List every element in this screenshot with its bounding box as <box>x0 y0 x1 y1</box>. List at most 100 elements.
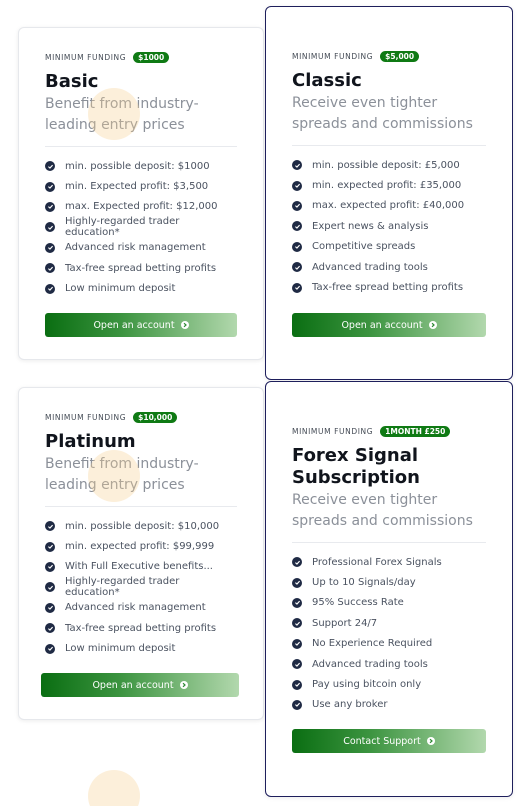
plan-subtitle: Benefit from industry- leading entry pri… <box>45 94 237 136</box>
plan-title-line: Subscription <box>292 467 420 488</box>
arrow-right-circle-icon <box>426 737 435 745</box>
check-circle-icon <box>45 541 55 552</box>
check-circle-icon <box>45 561 55 572</box>
plan-subtitle-line: Benefit from industry- <box>45 456 199 472</box>
check-circle-icon <box>45 201 55 212</box>
feature-text: Tax-free spread betting profits <box>65 622 217 634</box>
feature-item: Advanced risk management <box>45 598 237 618</box>
feature-item: With Full Executive benefits... <box>45 557 237 577</box>
cta-label: Contact Support <box>343 735 421 747</box>
feature-text: Up to 10 Signals/day <box>312 577 416 589</box>
feature-item: min. possible deposit: $10,000 <box>45 516 237 536</box>
feature-text: min. possible deposit: $10,000 <box>65 520 220 532</box>
open-account-button[interactable]: Open an account <box>41 673 239 697</box>
plan-subtitle-line: leading entry prices <box>45 117 185 133</box>
contact-support-button[interactable]: Contact Support <box>292 729 486 753</box>
feature-item: Tax-free spread betting profits <box>45 258 237 278</box>
feature-item: Expert news & analysis <box>292 216 486 236</box>
plan-subtitle-line: spreads and commissions <box>292 513 473 529</box>
feature-text: Advanced risk management <box>65 602 206 614</box>
feature-item: Up to 10 Signals/day <box>292 572 486 592</box>
watermark-logo <box>88 770 140 806</box>
plan-title: Basic <box>45 71 99 92</box>
feature-text: max. expected profit: £40,000 <box>312 200 465 212</box>
feature-item: min. possible deposit: £5,000 <box>292 155 486 175</box>
feature-item: Competitive spreads <box>292 237 486 257</box>
feature-text: Pay using bitcoin only <box>312 679 422 691</box>
funding-row: MINIMUM FUNDING $10,000 <box>45 410 237 424</box>
feature-text: min. expected profit: $99,999 <box>65 541 215 553</box>
feature-list: Professional Forex Signals Up to 10 Sign… <box>292 552 486 715</box>
feature-text: min. possible deposit: $1000 <box>65 160 210 172</box>
feature-item: Professional Forex Signals <box>292 552 486 572</box>
feature-item: Tax-free spread betting profits <box>292 277 486 297</box>
feature-item: Tax-free spread betting profits <box>45 618 237 638</box>
arrow-right-circle-icon <box>180 321 189 329</box>
feature-text: Low minimum deposit <box>65 283 176 295</box>
divider <box>45 506 237 507</box>
feature-item: Low minimum deposit <box>45 278 237 298</box>
arrow-right-circle-icon <box>428 321 437 329</box>
divider <box>45 146 237 147</box>
check-circle-icon <box>292 638 302 649</box>
cta-label: Open an account <box>93 319 175 331</box>
funding-label: MINIMUM FUNDING <box>45 412 127 422</box>
feature-text: min. possible deposit: £5,000 <box>312 159 460 171</box>
feature-text: Competitive spreads <box>312 241 416 253</box>
plan-subtitle: Receive even tighter spreads and commiss… <box>292 490 486 532</box>
feature-text: max. Expected profit: $12,000 <box>65 201 218 213</box>
feature-text: Professional Forex Signals <box>312 556 442 568</box>
feature-text: Tax-free spread betting profits <box>65 262 217 274</box>
check-circle-icon <box>292 557 302 568</box>
cta-label: Open an account <box>341 319 423 331</box>
feature-text: Expert news & analysis <box>312 220 429 232</box>
arrow-right-circle-icon <box>179 681 188 689</box>
feature-item: min. expected profit: £35,000 <box>292 175 486 195</box>
check-circle-icon <box>45 582 55 593</box>
feature-item: Highly-regarded trader education* <box>45 216 237 238</box>
cta-label: Open an account <box>92 679 174 691</box>
check-circle-icon <box>292 659 302 670</box>
feature-text: Support 24/7 <box>312 617 378 629</box>
funding-label: MINIMUM FUNDING <box>292 426 374 436</box>
feature-text: Low minimum deposit <box>65 643 176 655</box>
feature-item: max. Expected profit: $12,000 <box>45 197 237 217</box>
check-circle-icon <box>292 160 302 171</box>
funding-label: MINIMUM FUNDING <box>45 52 127 62</box>
feature-item: min. Expected profit: $3,500 <box>45 176 237 196</box>
feature-text: Tax-free spread betting profits <box>312 282 464 294</box>
plan-title-line: Forex Signal <box>292 445 419 466</box>
feature-item: 95% Success Rate <box>292 593 486 613</box>
feature-item: Support 24/7 <box>292 613 486 633</box>
plan-card-basic: MINIMUM FUNDING $1000 Basic Benefit from… <box>18 27 264 360</box>
check-circle-icon <box>292 699 302 710</box>
plan-title: Platinum <box>45 431 136 452</box>
feature-text: Advanced risk management <box>65 242 206 254</box>
open-account-button[interactable]: Open an account <box>45 313 237 337</box>
feature-item: Advanced trading tools <box>292 654 486 674</box>
check-circle-icon <box>45 602 55 613</box>
funding-row: MINIMUM FUNDING $1000 <box>45 50 237 64</box>
funding-label: MINIMUM FUNDING <box>292 51 374 61</box>
feature-text: No Experience Required <box>312 638 433 650</box>
feature-item: Highly-regarded trader education* <box>45 576 237 599</box>
feature-text: Use any broker <box>312 699 388 711</box>
open-account-button[interactable]: Open an account <box>292 313 486 337</box>
feature-item: min. possible deposit: $1000 <box>45 156 237 176</box>
feature-item: max. expected profit: £40,000 <box>292 196 486 216</box>
feature-item: Advanced trading tools <box>292 257 486 277</box>
plan-subtitle-line: Benefit from industry- <box>45 96 199 112</box>
feature-item: Use any broker <box>292 695 486 715</box>
plan-subtitle-line: leading entry prices <box>45 477 185 493</box>
plan-title: Forex Signal Subscription <box>292 445 486 489</box>
check-circle-icon <box>292 200 302 211</box>
plan-subtitle: Benefit from industry- leading entry pri… <box>45 454 237 496</box>
funding-badge: $1000 <box>133 51 170 63</box>
feature-text: Highly-regarded trader education* <box>65 576 180 599</box>
check-circle-icon <box>45 222 55 233</box>
check-circle-icon <box>292 221 302 232</box>
funding-badge: $5,000 <box>380 50 420 62</box>
plan-subtitle-line: Receive even tighter <box>292 492 438 508</box>
check-circle-icon <box>45 643 55 654</box>
feature-text: min. Expected profit: $3,500 <box>65 181 209 193</box>
